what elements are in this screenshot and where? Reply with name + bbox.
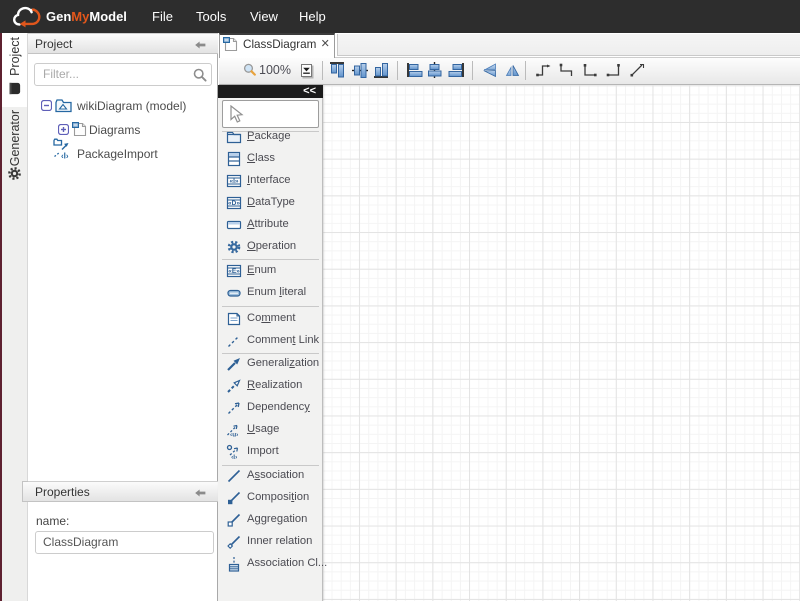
svg-text:‹I›: ‹I› [61,152,69,161]
svg-text:«I»: «I» [229,178,238,185]
svg-text:‹I›: ‹I› [231,454,237,460]
svg-text:«E»: «E» [228,268,240,275]
svg-text:«D»: «D» [228,200,240,207]
svg-text:‹u›: ‹u› [230,432,238,439]
